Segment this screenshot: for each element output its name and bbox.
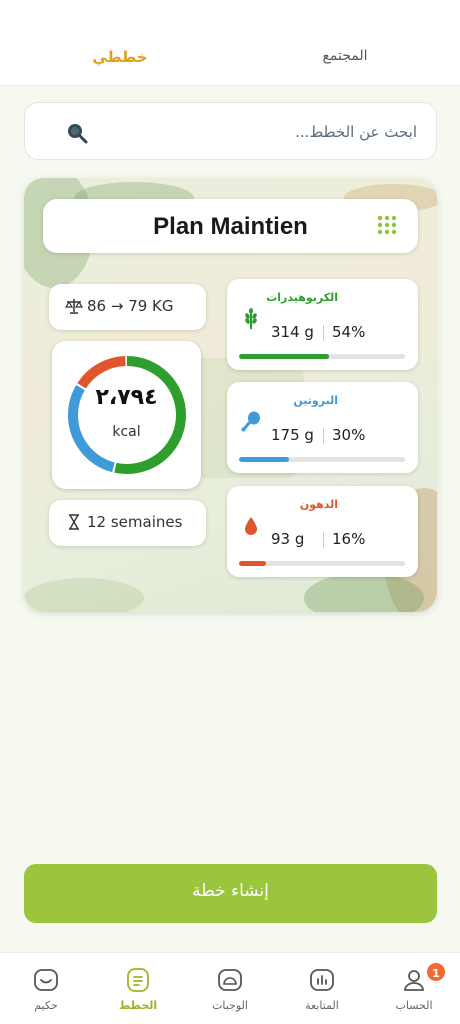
fat-progress-fill [239,561,266,566]
tab-my-plans[interactable]: خططي [80,48,160,72]
tracking-icon [310,969,334,991]
search-input[interactable] [95,120,417,144]
fat-label: الدهون [299,498,338,511]
create-plan-label: إنشاء خطة [192,881,269,901]
fat-grams: 93 g [271,530,305,548]
protein-percent: 30% [332,426,366,444]
protein-label: البروتين [293,394,338,407]
nav-item-plans[interactable]: الخطط [92,953,184,1024]
weight-goal-text: 86 → 79 KG [87,297,174,315]
macro-donut-chart [68,356,186,474]
carbs-label: الكربوهيدرات [266,291,338,304]
carbs-progress-bar [239,354,405,359]
protein-grams: 175 g [271,426,314,444]
search-bar[interactable] [24,102,437,160]
carbs-card: الكربوهيدرات 314 g 54% [227,279,418,370]
plan-title: Plan Maintien [153,213,308,240]
wheat-icon [245,308,257,329]
nav-item-meals[interactable]: الوجبات [184,953,276,1024]
nav-label-hakim: حكيم [34,999,58,1012]
divider [323,532,324,548]
scale-icon [65,299,83,314]
nav-item-hakim[interactable]: حكيم [0,953,92,1024]
protein-progress-fill [239,457,289,462]
top-tab-bar: خططي المجتمع [0,0,460,86]
chat-icon [34,969,58,991]
nav-item-account[interactable]: 1 الحساب [368,953,460,1024]
calories-value: ٢،٧٩٤ [95,385,158,410]
notification-badge: 1 [425,961,447,983]
tab-community[interactable]: المجتمع [300,48,390,72]
nav-label-tracking: المتابعة [305,999,339,1012]
protein-card: البروتين 175 g 30% [227,382,418,473]
plans-icon [127,968,149,992]
divider [323,325,324,341]
duration-chip: 12 semaines [49,500,206,546]
nav-label-plans: الخطط [118,999,158,1012]
calories-card: ٢،٧٩٤ kcal [52,341,201,489]
fat-progress-bar [239,561,405,566]
fat-card: الدهون 93 g 16% [227,486,418,577]
carbs-progress-fill [239,354,329,359]
bottom-navigation: حكيم الخطط الوجبات المتابعة 1 الحساب [0,952,460,1024]
meals-icon [218,969,242,991]
search-icon[interactable] [65,121,89,145]
duration-text: 12 semaines [87,513,183,531]
divider [323,428,324,444]
fat-percent: 16% [332,530,366,548]
drop-icon [245,517,257,535]
weight-goal-chip: 86 → 79 KG [49,284,206,330]
nav-label-meals: الوجبات [212,999,248,1012]
protein-progress-bar [239,457,405,462]
create-plan-button[interactable]: إنشاء خطة [24,864,437,923]
profile-icon [404,970,424,991]
nav-label-account: الحساب [395,999,433,1012]
calories-unit: kcal [112,424,141,440]
drumstick-icon [241,411,260,432]
plan-card[interactable]: Plan Maintien 86 → 79 KG ٢،٧٩٤ kcal 12 s… [24,178,437,612]
plan-header: Plan Maintien [43,199,418,253]
carbs-grams: 314 g [271,323,314,341]
nav-item-tracking[interactable]: المتابعة [276,953,368,1024]
grid-menu-icon[interactable] [376,214,398,236]
hourglass-icon [69,514,79,530]
carbs-percent: 54% [332,323,366,341]
